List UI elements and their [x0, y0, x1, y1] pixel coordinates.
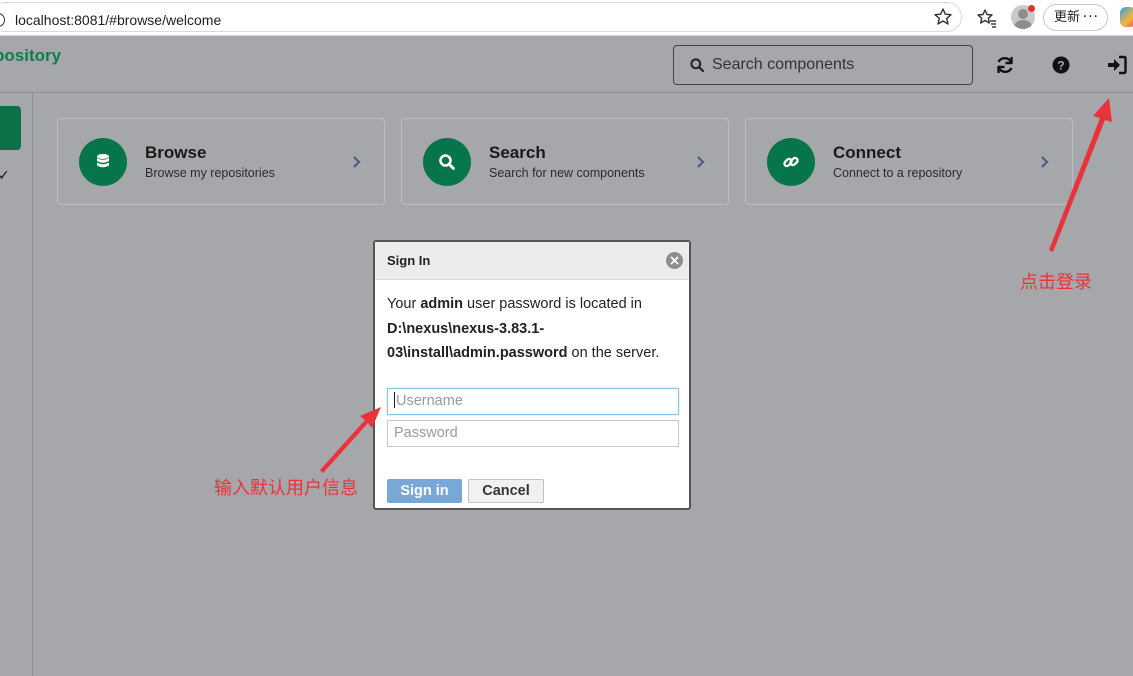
search-components-input[interactable]: Search components [673, 45, 973, 85]
card-title: Browse [145, 143, 207, 162]
search-icon [439, 154, 455, 170]
arrow-to-username [320, 407, 381, 473]
bookmark-star-icon[interactable] [933, 7, 953, 27]
update-button[interactable]: 更新 ··· [1043, 4, 1108, 31]
refresh-icon[interactable] [994, 54, 1016, 76]
sign-in-dialog: Sign In Your admin user password is loca… [373, 240, 691, 510]
sidebar-active-item[interactable] [0, 106, 21, 150]
sign-in-icon[interactable] [1106, 54, 1128, 76]
password-input[interactable]: Password [387, 420, 679, 447]
app-header: pository Search components ? [0, 37, 1133, 93]
more-menu-icon[interactable]: ··· [1083, 5, 1099, 30]
app-logo[interactable]: pository [0, 46, 61, 66]
password-location-message: Your admin user password is located in D… [387, 296, 660, 362]
dialog-title: Sign In [387, 253, 431, 268]
sidebar-check-icon: ✓ [0, 168, 10, 184]
search-icon [690, 58, 704, 72]
chevron-right-icon [697, 156, 705, 168]
card-icon-circle [767, 138, 815, 186]
click-login-annotation: 点击登录 [1020, 272, 1092, 293]
card-subtitle: Search for new components [489, 166, 645, 180]
card-subtitle: Browse my repositories [145, 166, 275, 180]
browser-toolbar: i localhost:8081/#browse/welcome 更新 ··· [0, 0, 1133, 36]
search-card[interactable]: Search Search for new components [401, 118, 729, 205]
password-placeholder: Password [394, 425, 458, 441]
username-input[interactable]: Username [387, 388, 679, 415]
username-placeholder: Username [396, 393, 463, 409]
notification-dot [1028, 5, 1035, 12]
text-cursor [394, 392, 395, 408]
card-icon-circle [79, 138, 127, 186]
update-label: 更新 [1054, 10, 1081, 25]
url-text[interactable]: localhost:8081/#browse/welcome [15, 12, 221, 28]
chevron-right-icon [1041, 156, 1049, 168]
address-bar[interactable]: i localhost:8081/#browse/welcome [0, 2, 962, 32]
favorites-icon[interactable] [976, 7, 998, 29]
enter-default-annotation: 输入默认用户信息 [214, 478, 358, 499]
connect-card[interactable]: Connect Connect to a repository [745, 118, 1073, 205]
database-icon [97, 154, 109, 168]
search-placeholder: Search components [712, 56, 855, 73]
card-subtitle: Connect to a repository [833, 166, 963, 180]
svg-text:?: ? [1057, 59, 1064, 73]
site-info-icon[interactable]: i [0, 13, 5, 27]
chevron-right-icon [353, 156, 361, 168]
link-icon [783, 156, 799, 168]
sign-in-button[interactable]: Sign in [387, 479, 462, 503]
card-icon-circle [423, 138, 471, 186]
cancel-button[interactable]: Cancel [468, 479, 544, 503]
help-icon[interactable]: ? [1050, 54, 1072, 76]
browse-card[interactable]: Browse Browse my repositories [57, 118, 385, 205]
sidebar-divider [32, 93, 33, 676]
dialog-header: Sign In [375, 242, 689, 280]
card-title: Connect [833, 143, 901, 162]
password-file-path: D:\nexus\nexus-3.83.1-03\install\admin.p… [387, 320, 568, 362]
card-title: Search [489, 143, 546, 162]
close-icon[interactable] [666, 252, 683, 269]
copilot-icon[interactable] [1120, 7, 1133, 27]
